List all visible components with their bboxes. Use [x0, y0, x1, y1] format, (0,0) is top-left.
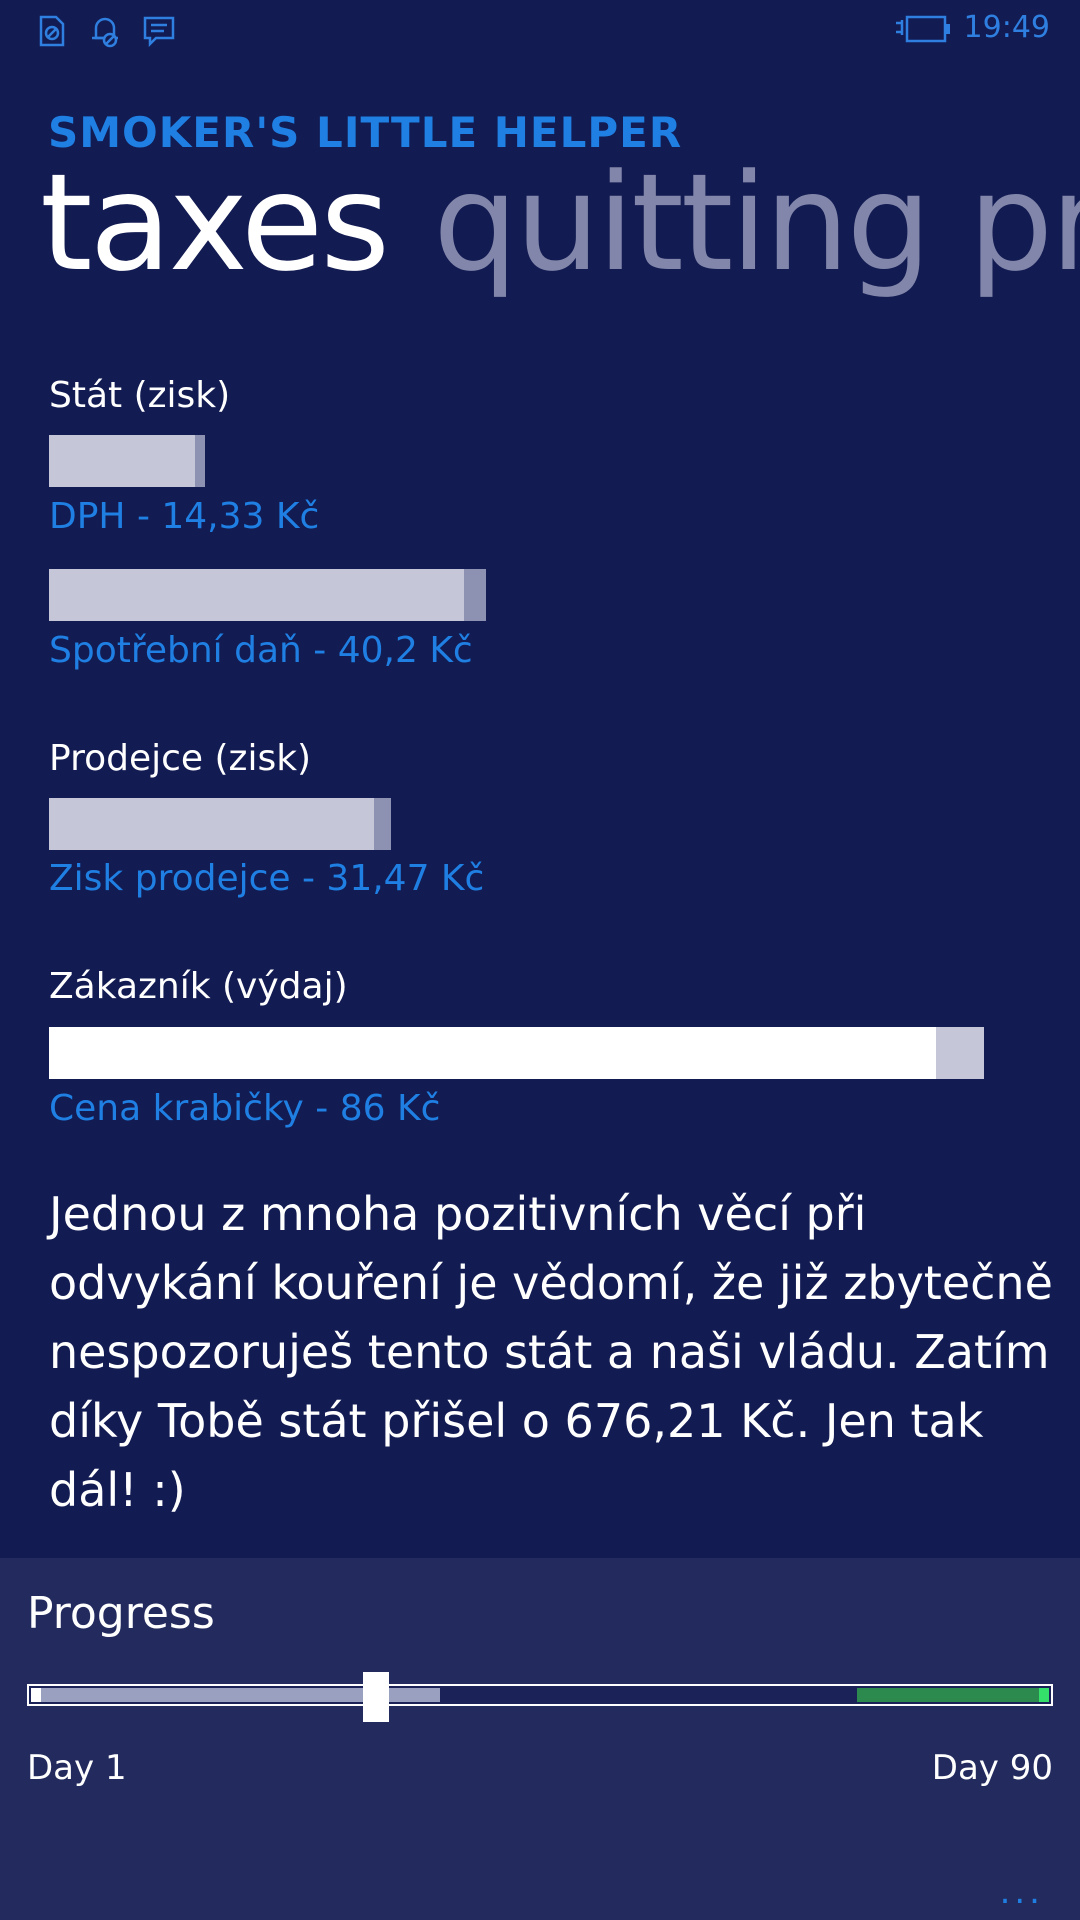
pivot-headers: taxes quitting proc	[40, 148, 1080, 298]
bar-customer-edge	[936, 1027, 984, 1079]
pivot-tab-quitting-process[interactable]: quitting proc	[433, 145, 1080, 301]
notification-sim-icon	[39, 15, 65, 47]
section-label-state: Stát (zisk)	[49, 375, 231, 416]
app-root: 19:49 SMOKER'S LITTLE HELPER taxes quitti…	[0, 0, 1080, 1920]
section-label-seller: Prodejce (zisk)	[49, 738, 312, 779]
bar-vat-edge	[195, 435, 205, 487]
bar-excise-fill	[49, 569, 464, 621]
section-label-customer: Zákazník (výdaj)	[49, 966, 348, 1007]
bar-vat-caption: DPH - 14,33 Kč	[49, 496, 320, 537]
bar-customer-fill	[49, 1027, 936, 1079]
bar-seller-fill	[49, 798, 374, 850]
progress-end-label: Day 90	[931, 1748, 1053, 1788]
progress-panel: Progress Day 1 Day 90	[0, 1558, 1080, 1920]
pivot-tab-taxes[interactable]: taxes	[40, 145, 390, 301]
battery-charging-icon	[896, 15, 950, 43]
status-time: 19:49	[963, 10, 1050, 45]
progress-title: Progress	[27, 1588, 215, 1639]
slider-goal-track	[857, 1688, 1041, 1702]
progress-start-label: Day 1	[27, 1748, 127, 1788]
tax-message: Jednou z mnoha pozitivních věcí při odvy…	[49, 1187, 1053, 1517]
slider-end-tick	[1039, 1688, 1049, 1702]
progress-slider-thumb[interactable]	[363, 1672, 389, 1722]
bar-excise-caption: Spotřební daň - 40,2 Kč	[49, 630, 473, 671]
bar-seller	[49, 798, 391, 850]
bar-excise	[49, 569, 486, 621]
progress-slider[interactable]	[27, 1684, 1053, 1706]
bar-seller-edge	[374, 798, 391, 850]
bar-excise-edge	[464, 569, 486, 621]
notification-quiet-icon	[92, 17, 118, 48]
bar-vat	[49, 435, 205, 487]
app-bar-more-button[interactable]: ...	[1000, 1872, 1044, 1912]
bar-seller-caption: Zisk prodejce - 31,47 Kč	[49, 858, 485, 899]
slider-start-tick	[31, 1688, 41, 1702]
bar-customer	[49, 1027, 984, 1079]
status-bar: 19:49	[0, 0, 1080, 60]
bar-customer-caption: Cena krabičky - 86 Kč	[49, 1088, 441, 1129]
bar-vat-fill	[49, 435, 195, 487]
message-icon	[143, 16, 175, 48]
